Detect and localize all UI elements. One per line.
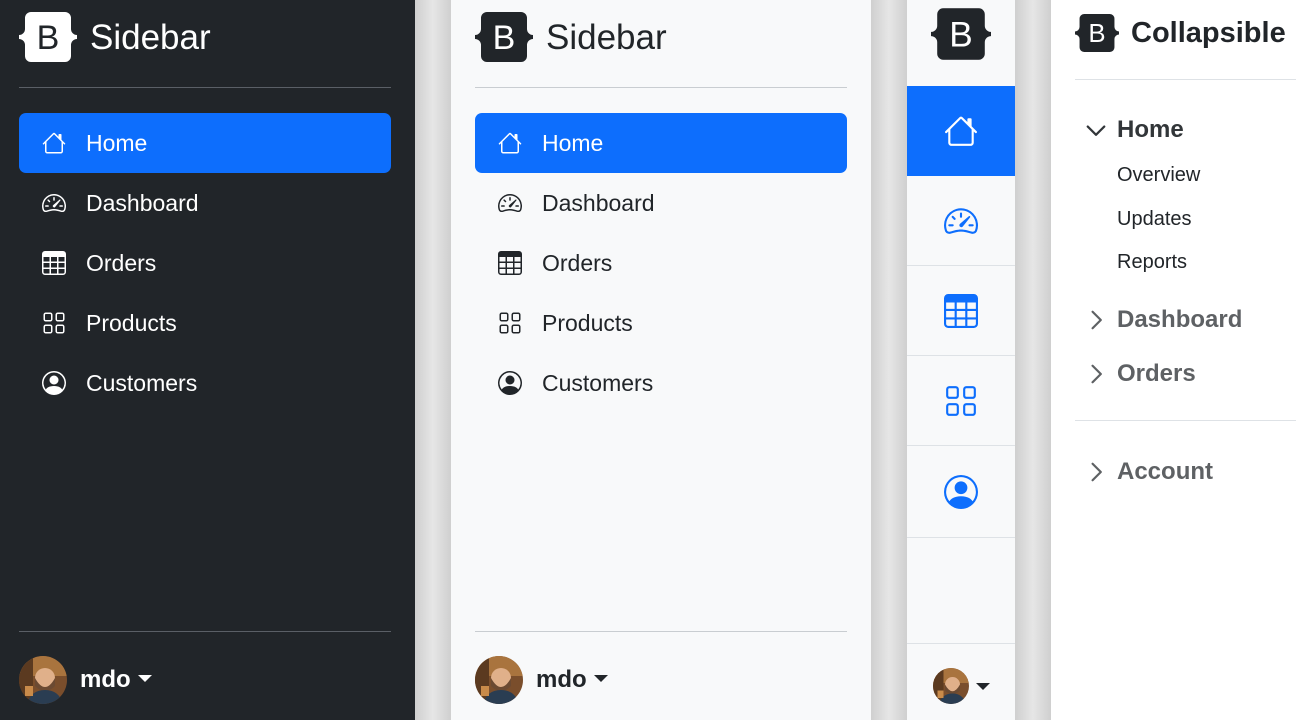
nav-item-customers[interactable]: Customers [19,353,391,413]
divider [475,631,847,632]
collapse-label: Account [1117,458,1213,485]
icon-nav-home[interactable] [907,86,1015,176]
divider [907,643,1015,644]
nav-label: Home [542,129,604,156]
chevron-down-icon [1085,119,1107,141]
user-dropdown[interactable]: mdo [19,656,152,704]
user-dropdown[interactable] [933,668,990,704]
divider [19,631,391,632]
user-name: mdo [80,666,131,693]
nav-item-products[interactable]: Products [475,293,847,353]
speedometer-icon [944,204,978,238]
nav-label: Products [86,309,177,336]
collapsible-sidebar: B Collapsible Home Overview Updates Repo… [1051,0,1296,720]
table-icon [498,251,522,275]
brand-link[interactable]: B Sidebar [475,12,667,62]
dark-sidebar: B Sidebar Home Dashboard Orders Products… [0,0,415,720]
nav-item-customers[interactable]: Customers [475,353,847,413]
gutter [415,0,451,720]
home-icon [944,114,978,148]
bootstrap-logo-icon: B [1075,14,1119,52]
collapse-toggle-account[interactable]: Account [1085,458,1213,486]
brand-title: Sidebar [546,17,667,57]
bootstrap-logo-icon: B [19,12,77,62]
avatar [475,656,523,704]
chevron-right-icon [1085,363,1107,385]
nav-item-home[interactable]: Home [475,113,847,173]
icon-sidebar: B [907,0,1015,720]
bootstrap-logo-icon[interactable]: B [931,8,991,60]
user-name: mdo [536,666,587,693]
home-icon [42,131,66,155]
svg-text:B: B [949,15,972,54]
speedometer-icon [42,191,66,215]
nav-label: Dashboard [86,189,199,216]
svg-text:B: B [493,19,516,57]
caret-down-icon [137,674,152,682]
table-icon [42,251,66,275]
light-sidebar: B Sidebar Home Dashboard Orders Products… [451,0,871,720]
divider [1075,79,1296,80]
user-dropdown[interactable]: mdo [475,656,608,704]
icon-nav-orders[interactable] [907,266,1015,356]
gutter [871,0,907,720]
table-icon [944,294,978,328]
nav-item-dashboard[interactable]: Dashboard [475,173,847,233]
grid-icon [944,384,978,418]
nav-item-products[interactable]: Products [19,293,391,353]
svg-text:B: B [1088,20,1105,48]
collapse-label: Dashboard [1117,306,1243,333]
nav-label: Products [542,309,633,336]
brand-link[interactable]: B Sidebar [19,12,211,62]
divider [19,87,391,88]
nav-label: Orders [542,249,613,276]
divider [1075,420,1296,421]
avatar [19,656,67,704]
icon-nav-products[interactable] [907,356,1015,446]
nav-item-orders[interactable]: Orders [475,233,847,293]
speedometer-icon [498,191,522,215]
icon-nav-customers[interactable] [907,446,1015,538]
collapse-toggle-orders[interactable]: Orders [1085,360,1196,388]
caret-down-icon [976,682,990,690]
nav-item-orders[interactable]: Orders [19,233,391,293]
nav-item-home[interactable]: Home [19,113,391,173]
divider [475,87,847,88]
chevron-right-icon [1085,461,1107,483]
nav-label: Customers [86,369,198,396]
brand-title: Sidebar [90,17,211,57]
grid-icon [42,311,66,335]
person-circle-icon [42,371,66,395]
avatar [933,668,969,704]
person-circle-icon [498,371,522,395]
sub-link-reports[interactable]: Reports [1117,251,1187,274]
nav-label: Customers [542,369,654,396]
person-circle-icon [944,475,978,509]
bootstrap-logo-icon: B [475,12,533,62]
collapse-toggle-dashboard[interactable]: Dashboard [1085,306,1242,334]
sub-link-overview[interactable]: Overview [1117,164,1200,187]
grid-icon [498,311,522,335]
collapse-toggle-home[interactable]: Home [1085,116,1184,144]
brand-title: Collapsible [1131,16,1286,49]
home-icon [498,131,522,155]
nav-item-dashboard[interactable]: Dashboard [19,173,391,233]
brand-link[interactable]: B Collapsible [1075,14,1286,52]
nav-list: Home Dashboard Orders Products Customers [19,113,391,413]
nav-list: Home Dashboard Orders Products Customers [475,113,847,413]
gutter [1015,0,1051,720]
chevron-right-icon [1085,309,1107,331]
svg-text:B: B [37,19,60,57]
caret-down-icon [593,674,608,682]
collapse-label: Home [1117,116,1184,143]
nav-label: Dashboard [542,189,655,216]
nav-label: Home [86,129,148,156]
sub-link-updates[interactable]: Updates [1117,208,1192,231]
icon-nav-dashboard[interactable] [907,176,1015,266]
collapse-label: Orders [1117,360,1196,387]
nav-label: Orders [86,249,157,276]
